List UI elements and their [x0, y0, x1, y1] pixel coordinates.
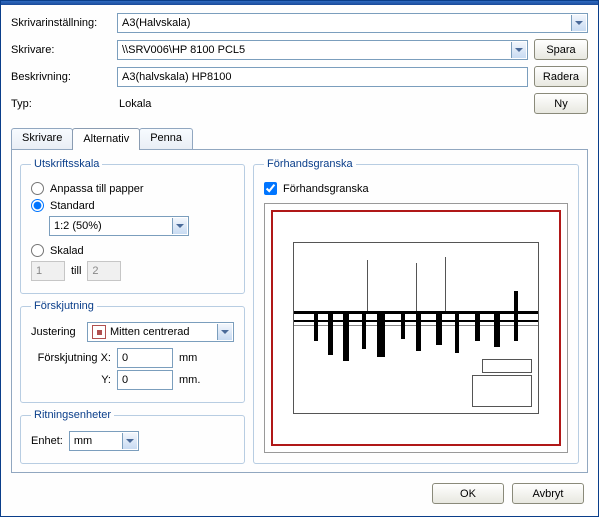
- chevron-down-icon: [511, 42, 526, 58]
- label-typ: Typ:: [11, 98, 111, 110]
- legend-utskriftsskala: Utskriftsskala: [31, 158, 102, 170]
- label-forskjutning-y: Y:: [31, 374, 111, 386]
- unit-mm-x: mm: [179, 352, 197, 364]
- input-offset-x[interactable]: 0: [117, 348, 173, 368]
- input-beskrivning[interactable]: A3(halvskala) HP8100: [117, 67, 528, 87]
- chevron-down-icon: [571, 15, 586, 31]
- chevron-down-icon: [217, 324, 232, 340]
- input-beskrivning-value: A3(halvskala) HP8100: [122, 71, 231, 83]
- label-till: till: [71, 265, 81, 277]
- input-skalad-from: 1: [31, 261, 65, 281]
- group-utskriftsskala: Utskriftsskala Anpassa till papper Stand…: [20, 158, 245, 294]
- label-justering: Justering: [31, 326, 81, 338]
- label-skalad: Skalad: [50, 245, 84, 257]
- label-forskjutning-x: Förskjutning X:: [31, 352, 111, 364]
- input-offset-y[interactable]: 0: [117, 370, 173, 390]
- radio-anpassa[interactable]: [31, 182, 44, 195]
- label-anpassa: Anpassa till papper: [50, 183, 144, 195]
- label-forhandsgranska-check: Förhandsgranska: [283, 183, 369, 195]
- legend-forskjutning: Förskjutning: [31, 300, 97, 312]
- avbryt-button[interactable]: Avbryt: [512, 483, 584, 504]
- chevron-down-icon: [172, 218, 187, 234]
- group-forhandsgranska: Förhandsgranska Förhandsgranska: [253, 158, 579, 464]
- combo-standard-scale-value: 1:2 (50%): [54, 220, 102, 232]
- label-enhet: Enhet:: [31, 435, 63, 447]
- radio-standard[interactable]: [31, 199, 44, 212]
- tab-penna[interactable]: Penna: [139, 128, 193, 149]
- combo-enhet[interactable]: mm: [69, 431, 139, 451]
- drawing-preview-icon: [293, 242, 539, 414]
- radio-skalad[interactable]: [31, 244, 44, 257]
- tab-skrivare[interactable]: Skrivare: [11, 128, 73, 149]
- group-ritningsenheter: Ritningsenheter Enhet: mm: [20, 409, 245, 464]
- combo-skrivarinstallning-value: A3(Halvskala): [122, 17, 190, 29]
- spara-button[interactable]: Spara: [534, 39, 588, 60]
- group-forskjutning: Förskjutning Justering Mitten centrerad: [20, 300, 245, 403]
- combo-skrivarinstallning[interactable]: A3(Halvskala): [117, 13, 588, 33]
- radera-button[interactable]: Radera: [534, 66, 588, 87]
- label-standard: Standard: [50, 200, 95, 212]
- checkbox-forhandsgranska[interactable]: [264, 182, 277, 195]
- value-typ: Lokala: [117, 98, 528, 110]
- label-beskrivning: Beskrivning:: [11, 71, 111, 83]
- combo-skrivare[interactable]: \\SRV006\HP 8100 PCL5: [117, 40, 528, 60]
- align-center-icon: [92, 325, 106, 339]
- ny-button[interactable]: Ny: [534, 93, 588, 114]
- combo-standard-scale[interactable]: 1:2 (50%): [49, 216, 189, 236]
- unit-mm-y: mm.: [179, 374, 200, 386]
- chevron-down-icon: [122, 433, 137, 449]
- combo-justering-value: Mitten centrerad: [110, 326, 189, 338]
- combo-justering[interactable]: Mitten centrerad: [87, 322, 234, 342]
- preview-area: [264, 203, 568, 453]
- combo-enhet-value: mm: [74, 435, 92, 447]
- tab-alternativ[interactable]: Alternativ: [72, 128, 140, 150]
- label-skrivarinstallning: Skrivarinställning:: [11, 17, 111, 29]
- label-skrivare: Skrivare:: [11, 44, 111, 56]
- legend-ritningsenheter: Ritningsenheter: [31, 409, 114, 421]
- ok-button[interactable]: OK: [432, 483, 504, 504]
- legend-forhandsgranska: Förhandsgranska: [264, 158, 356, 170]
- input-skalad-to: 2: [87, 261, 121, 281]
- combo-skrivare-value: \\SRV006\HP 8100 PCL5: [122, 44, 245, 56]
